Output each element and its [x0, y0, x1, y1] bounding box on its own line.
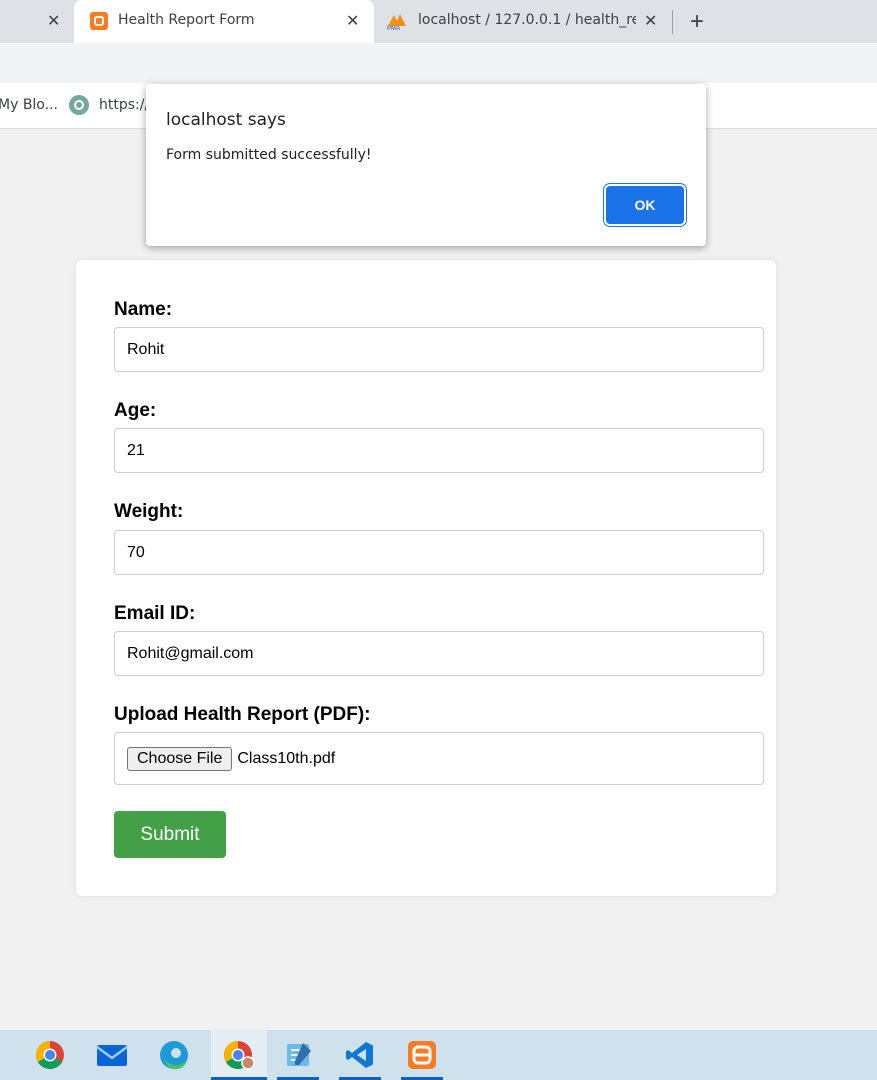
chrome-profile-icon[interactable]: [211, 1030, 267, 1080]
dialog-title: localhost says: [166, 110, 286, 130]
choose-file-button[interactable]: Choose File: [127, 746, 233, 771]
xampp-icon[interactable]: [397, 1030, 447, 1080]
close-tab-icon[interactable]: ✕: [47, 11, 60, 30]
tab-divider: [672, 10, 673, 34]
dialog-message: Form submitted successfully!: [166, 147, 372, 163]
age-label: Age:: [114, 400, 157, 421]
bookmark-my-blog[interactable]: My Blo...: [0, 97, 58, 113]
tab-previous[interactable]: ✕: [0, 0, 74, 43]
svg-text:PMA: PMA: [387, 26, 401, 30]
tab-health-report-form[interactable]: Health Report Form ✕: [74, 0, 374, 43]
phpmyadmin-favicon-icon: PMA: [386, 12, 406, 32]
ok-button[interactable]: OK: [606, 186, 684, 224]
edge-icon[interactable]: [149, 1030, 199, 1080]
tab-title: Health Report Form: [118, 12, 255, 28]
email-input[interactable]: Rohit@gmail.com: [114, 631, 764, 676]
email-label: Email ID:: [114, 603, 196, 624]
notepad-icon[interactable]: [273, 1030, 323, 1080]
close-tab-icon[interactable]: ✕: [644, 11, 657, 30]
chrome-icon[interactable]: [25, 1030, 75, 1080]
age-input[interactable]: 21: [114, 428, 764, 473]
xampp-favicon-icon: [90, 12, 108, 30]
chatgpt-bookmark-icon[interactable]: [69, 95, 89, 115]
close-tab-icon[interactable]: ✕: [346, 11, 359, 30]
health-report-form: Name: Rohit Age: 21 Weight: 70 Email ID:…: [76, 260, 776, 896]
name-input[interactable]: Rohit: [114, 327, 764, 372]
bookmark-https[interactable]: https://: [99, 97, 149, 113]
tab-title: localhost / 127.0.0.1 / health_repo: [418, 12, 636, 28]
weight-label: Weight:: [114, 501, 184, 522]
upload-label: Upload Health Report (PDF):: [114, 704, 371, 725]
weight-input[interactable]: 70: [114, 530, 764, 575]
submit-button[interactable]: Submit: [114, 811, 226, 858]
alert-dialog: localhost says Form submitted successful…: [146, 84, 706, 246]
tab-strip: ✕ Health Report Form ✕ PMA localhost / 1…: [0, 0, 877, 43]
mail-icon[interactable]: [87, 1030, 137, 1080]
tab-phpmyadmin[interactable]: PMA localhost / 127.0.0.1 / health_repo …: [378, 0, 668, 43]
vscode-icon[interactable]: [335, 1030, 385, 1080]
name-label: Name:: [114, 299, 173, 320]
selected-file-name: Class10th.pdf: [237, 749, 336, 767]
new-tab-button[interactable]: +: [690, 8, 704, 36]
file-upload-field: Choose File Class10th.pdf: [114, 732, 764, 785]
address-toolbar: [0, 43, 877, 83]
